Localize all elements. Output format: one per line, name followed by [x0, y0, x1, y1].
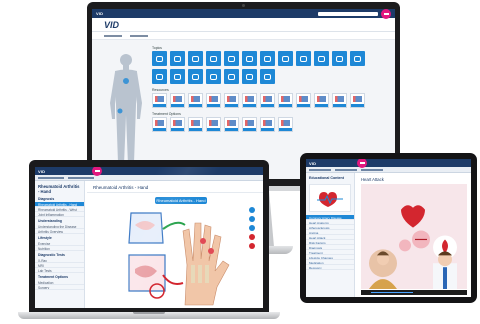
resource-tile[interactable]: [296, 93, 311, 108]
close-icon[interactable]: [249, 243, 255, 249]
monitor-logo-bar: VID: [92, 18, 395, 32]
kidney-icon[interactable]: [314, 51, 329, 66]
monitor-topbar: VID: [92, 9, 395, 19]
favorite-icon[interactable]: [249, 234, 255, 240]
person-icon[interactable]: [350, 51, 365, 66]
tool-rail: [249, 207, 255, 249]
app-logo-large: VID: [104, 19, 120, 30]
sidebar-heading: Lifestyle: [38, 236, 52, 241]
resource-tile[interactable]: [224, 93, 239, 108]
sidebar-title: Rheumatoid Arthritis - Hand: [38, 184, 80, 195]
treatment-tile[interactable]: [188, 117, 203, 132]
resource-tile[interactable]: [278, 93, 293, 108]
page-title: Heart Attack: [361, 177, 384, 182]
sidebar-heading: Educational Content: [309, 176, 344, 180]
camera-dot: [242, 4, 245, 7]
share-icon[interactable]: [249, 207, 255, 213]
tablet: VID Educational Content Coronary Artery …: [300, 153, 477, 303]
video-controls[interactable]: [361, 290, 467, 295]
tablet-screen: VID Educational Content Coronary Artery …: [306, 159, 471, 297]
treatment-tile[interactable]: [170, 117, 185, 132]
topic-tiles-row-1: [152, 51, 382, 66]
brand-badge-icon[interactable]: [381, 9, 391, 19]
liver-icon[interactable]: [206, 69, 221, 84]
baby-icon[interactable]: [242, 69, 257, 84]
heart-icon[interactable]: [278, 51, 293, 66]
resource-tiles-row: [152, 93, 382, 108]
topic-card[interactable]: [309, 184, 351, 213]
bone-icon[interactable]: [224, 51, 239, 66]
laptop-topbar: VID: [35, 167, 263, 176]
brain-icon[interactable]: [152, 51, 167, 66]
search-input[interactable]: [318, 11, 378, 16]
treatment-tile[interactable]: [260, 117, 275, 132]
app-logo: VID: [96, 11, 104, 16]
lungs-icon[interactable]: [170, 51, 185, 66]
laptop-sidebar: Rheumatoid Arthritis - Hand Diagnosis Rh…: [35, 181, 85, 308]
laptop-main: Rheumatoid Arthritis - Hand Rheumatoid A…: [87, 181, 263, 308]
tablet-topbar: VID: [306, 159, 471, 168]
resource-tile[interactable]: [206, 93, 221, 108]
print-icon[interactable]: [249, 225, 255, 231]
resource-tile[interactable]: [350, 93, 365, 108]
resource-tile[interactable]: [170, 93, 185, 108]
subnav-item[interactable]: [130, 34, 148, 37]
resource-tile[interactable]: [332, 93, 347, 108]
resource-tile[interactable]: [260, 93, 275, 108]
treatment-tile[interactable]: [206, 117, 221, 132]
sidebar-heading: Treatment Options: [38, 275, 68, 280]
resource-tile[interactable]: [242, 93, 257, 108]
treatment-tiles-row: [152, 117, 382, 132]
ear-icon[interactable]: [170, 69, 185, 84]
treatment-tile[interactable]: [242, 117, 257, 132]
treatment-tile[interactable]: [278, 117, 293, 132]
resource-tile[interactable]: [314, 93, 329, 108]
heart-logo-icon: [317, 192, 343, 208]
app-logo: VID: [38, 168, 46, 174]
ribbon-icon[interactable]: [332, 51, 347, 66]
treatment-tile[interactable]: [152, 117, 167, 132]
tab[interactable]: [68, 176, 94, 179]
subnav-item[interactable]: [104, 34, 122, 37]
eye-icon[interactable]: [152, 69, 167, 84]
ribbon-icon[interactable]: [188, 69, 203, 84]
resource-tile[interactable]: [152, 93, 167, 108]
info-icon[interactable]: [249, 216, 255, 222]
monitor-content: Topics Resources Treatment Options: [152, 45, 382, 135]
video-player[interactable]: [361, 184, 467, 289]
stomach-icon[interactable]: [296, 51, 311, 66]
treatment-tile[interactable]: [224, 117, 239, 132]
app-logo: VID: [309, 160, 317, 166]
laptop: VID Rheumatoid Arthritis - Hand Diagnosi…: [29, 160, 269, 312]
sidebar-item[interactable]: Surgery: [35, 285, 84, 291]
dna-icon[interactable]: [188, 51, 203, 66]
resource-tile[interactable]: [188, 93, 203, 108]
tab[interactable]: [309, 168, 331, 171]
tab[interactable]: [361, 168, 383, 171]
sidebar-heading: Diagnostic Tests: [38, 253, 65, 258]
skin-icon[interactable]: [224, 69, 239, 84]
sidebar-heading: Understanding: [38, 219, 62, 224]
figure-label: Rheumatoid Arthritis - Hand: [156, 198, 205, 203]
heart-animation-frame: [361, 184, 467, 289]
laptop-notch: [133, 312, 165, 314]
page-title: Rheumatoid Arthritis - Hand: [87, 181, 263, 193]
search-icon[interactable]: [260, 51, 275, 66]
tablet-main: Heart Attack: [357, 173, 471, 297]
hand-anatomy-illustration[interactable]: Rheumatoid Arthritis - Hand: [125, 195, 237, 308]
tab[interactable]: [38, 176, 64, 179]
sidebar-item[interactable]: Recovery: [306, 265, 354, 271]
tablet-sidebar: Educational Content Coronary Artery Dise…: [306, 173, 355, 297]
anatomy-body-figure[interactable]: [106, 51, 146, 171]
nerve-icon[interactable]: [242, 51, 257, 66]
video-progress-bar[interactable]: [371, 292, 414, 293]
laptop-screen: VID Rheumatoid Arthritis - Hand Diagnosi…: [35, 167, 263, 308]
joint-icon[interactable]: [260, 69, 275, 84]
tab[interactable]: [335, 168, 357, 171]
topic-tiles-row-2: [152, 69, 382, 84]
sidebar-heading: Diagnosis: [38, 197, 55, 202]
monitor-subnav: [92, 32, 395, 40]
drop-icon[interactable]: [206, 51, 221, 66]
